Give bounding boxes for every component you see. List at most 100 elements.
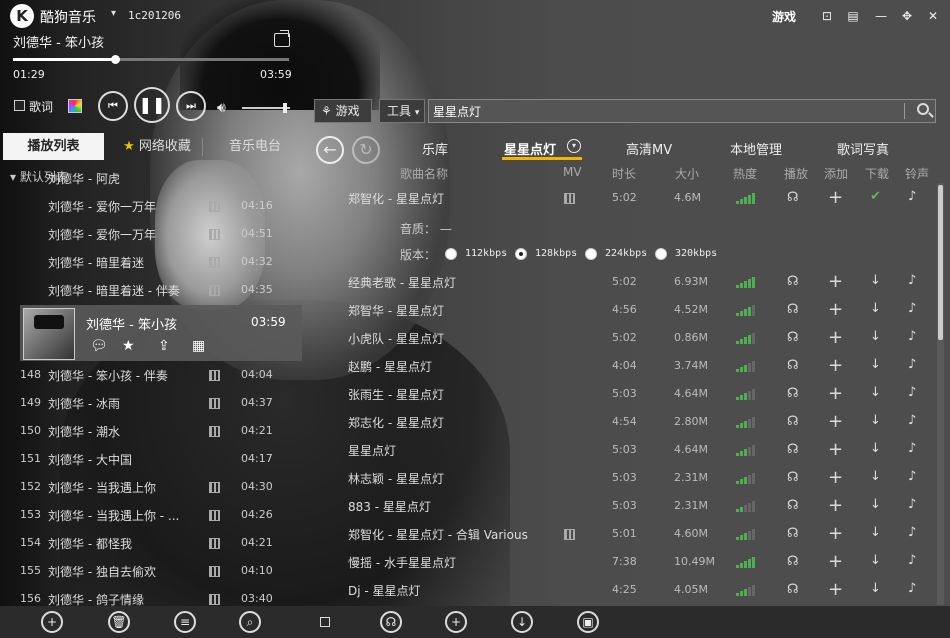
add-icon[interactable]: + <box>828 411 843 432</box>
mv-icon[interactable] <box>209 285 220 296</box>
mv-icon[interactable]: ▦ <box>192 338 205 354</box>
lyrics-label[interactable]: 歌词 <box>29 98 53 115</box>
result-row[interactable]: 小虎队 - 星星点灯 5:02 0.86M ☊ + ↓ ♪ <box>340 324 936 352</box>
headphones-icon[interactable]: ☊ <box>787 442 799 457</box>
playlist-row[interactable]: 150 刘德华 - 潮水 04:21 <box>0 417 302 445</box>
result-row[interactable]: 郑智化 - 星星点灯 - 合辑 Various 5:01 4.60M ☊ + ↓ ♪ <box>340 520 936 548</box>
mv-icon[interactable] <box>209 538 220 549</box>
share-icon[interactable] <box>274 30 290 47</box>
playlist-row[interactable]: 刘德华 - 爱你一万年 04:51 <box>0 220 302 248</box>
mv-icon[interactable] <box>564 529 575 540</box>
playlist[interactable]: 刘德华 - 阿虎 刘德华 - 爱你一万年 04:16 刘德华 - 爱你一万年 04:51… <box>0 162 302 606</box>
add-icon[interactable]: + <box>828 187 843 208</box>
playlist-row[interactable]: 刘德华 - 暗里着迷 - 伴奏 04:35 <box>0 276 302 304</box>
ringtone-icon[interactable]: ♪ <box>908 385 916 400</box>
tab-lyrics-photo[interactable]: 歌词写真 <box>837 139 889 158</box>
ringtone-icon[interactable]: ♪ <box>908 329 916 344</box>
headphones-icon[interactable]: ☊ <box>787 470 799 485</box>
playlist-row[interactable]: 155 刘德华 - 独自去偷欢 04:10 <box>0 557 302 585</box>
search-box[interactable] <box>428 99 936 123</box>
mv-icon[interactable] <box>209 566 220 577</box>
headphones-icon[interactable]: ☊ <box>787 190 799 205</box>
headphones-icon[interactable]: ☊ <box>787 526 799 541</box>
favorite-star-icon[interactable]: ★ <box>122 338 135 354</box>
add-icon[interactable]: + <box>828 271 843 292</box>
ringtone-icon[interactable]: ♪ <box>908 441 916 456</box>
playlist-row[interactable]: 153 刘德华 - 当我遇上你 - ... 04:26 <box>0 501 302 529</box>
ringtone-icon[interactable]: ♪ <box>908 357 916 372</box>
result-row[interactable]: 郑智华 - 星星点灯 4:56 4.52M ☊ + ↓ ♪ <box>340 296 936 324</box>
add-icon[interactable]: + <box>828 439 843 460</box>
add-icon[interactable]: + <box>828 327 843 348</box>
result-song-name[interactable]: 林志颖 - 星星点灯 <box>348 470 444 487</box>
add-icon[interactable]: + <box>828 523 843 544</box>
add-icon[interactable]: + <box>41 611 63 633</box>
tab-network-favorites[interactable]: ★ 网络收藏 <box>112 133 202 160</box>
add-icon[interactable]: + <box>828 355 843 376</box>
bitrate-radio[interactable] <box>655 248 667 260</box>
playlist-row[interactable]: 刘德华 - 阿虎 <box>0 164 302 192</box>
ringtone-icon[interactable]: ♪ <box>908 273 916 288</box>
mv-icon[interactable] <box>209 257 220 268</box>
bitrate-label[interactable]: 320kbps <box>675 248 717 259</box>
volume-knob[interactable] <box>283 103 288 113</box>
download-icon[interactable]: ↓ <box>511 611 533 633</box>
ringtone-icon[interactable]: ♪ <box>908 497 916 512</box>
maximize-icon[interactable]: ✥ <box>896 6 918 26</box>
download-icon[interactable]: ↓ <box>870 497 881 512</box>
tab-music-radio[interactable]: 音乐电台 <box>210 133 300 160</box>
select-all-icon[interactable] <box>320 617 330 627</box>
result-song-name[interactable]: 郑智化 - 星星点灯 - 合辑 Various <box>348 526 528 543</box>
share-icon[interactable]: ⇪ <box>158 338 170 354</box>
comment-icon[interactable]: 💬︎ <box>90 338 108 354</box>
ringtone-icon[interactable]: ♪ <box>908 189 916 204</box>
ringtone-icon[interactable]: ♪ <box>908 301 916 316</box>
playlist-row[interactable]: 151 刘德华 - 大中国 04:17 <box>0 445 302 473</box>
result-row[interactable]: 经典老歌 - 星星点灯 5:02 6.93M ☊ + ↓ ♪ <box>340 268 936 296</box>
playlist-row[interactable]: 152 刘德华 - 当我遇上你 04:30 <box>0 473 302 501</box>
download-icon[interactable]: ↓ <box>870 301 881 316</box>
download-icon[interactable]: ↓ <box>870 273 881 288</box>
headphones-icon[interactable]: ☊ <box>787 358 799 373</box>
result-song-name[interactable]: Dj - 星星点灯 <box>348 582 421 599</box>
result-row[interactable]: 星星点灯 5:03 4.64M ☊ + ↓ ♪ <box>340 436 936 464</box>
playlist-row[interactable]: 154 刘德华 - 都怪我 04:21 <box>0 529 302 557</box>
bitrate-label[interactable]: 128kbps <box>535 248 577 259</box>
playlist-row[interactable]: 148 刘德华 - 笨小孩 - 伴奏 04:04 <box>0 361 302 389</box>
result-row[interactable]: Dj - 星星点灯 4:25 4.05M ☊ + ↓ ♪ <box>340 576 936 604</box>
download-icon[interactable]: ↓ <box>870 413 881 428</box>
playlist-row[interactable]: 149 刘德华 - 冰雨 04:37 <box>0 389 302 417</box>
result-song-name[interactable]: 慢摇 - 水手星星点灯 <box>348 554 456 571</box>
add-icon[interactable]: + <box>828 299 843 320</box>
mv-icon[interactable] <box>564 193 575 204</box>
headphones-icon[interactable]: ☊ <box>787 386 799 401</box>
bitrate-radio[interactable] <box>445 248 457 260</box>
progress-bar[interactable] <box>13 55 289 64</box>
bitrate-radio[interactable] <box>585 248 597 260</box>
download-icon[interactable]: ↓ <box>870 357 881 372</box>
mv-icon[interactable] <box>209 482 220 493</box>
previous-button[interactable]: ⏮ <box>98 91 128 121</box>
search-icon[interactable] <box>917 103 929 115</box>
bitrate-label[interactable]: 224kbps <box>605 248 647 259</box>
result-song-name[interactable]: 星星点灯 <box>348 442 396 459</box>
ringtone-icon[interactable]: ♪ <box>908 581 916 596</box>
result-row[interactable]: 郑智化 - 星星点灯 5:02 4.6M ☊ + ✔ ♪ <box>340 184 936 212</box>
ringtone-icon[interactable]: ♪ <box>908 413 916 428</box>
playlist-row[interactable]: 刘德华 - 暗里着迷 04:32 <box>0 248 302 276</box>
result-song-name[interactable]: 张雨生 - 星星点灯 <box>348 386 444 403</box>
tab-hd-mv[interactable]: 高清MV <box>626 139 672 158</box>
mv-icon[interactable] <box>209 594 220 605</box>
mv-icon[interactable] <box>209 229 220 240</box>
result-song-name[interactable]: 经典老歌 - 星星点灯 <box>348 274 456 291</box>
headphones-icon[interactable]: ☊ <box>380 611 402 633</box>
ringtone-icon[interactable]: ♪ <box>908 525 916 540</box>
ringtone-icon[interactable]: ♪ <box>908 553 916 568</box>
mv-icon[interactable] <box>209 398 220 409</box>
headphones-icon[interactable]: ☊ <box>787 330 799 345</box>
headphones-icon[interactable]: ☊ <box>787 302 799 317</box>
result-row[interactable]: 林志颖 - 星星点灯 5:03 2.31M ☊ + ↓ ♪ <box>340 464 936 492</box>
headphones-icon[interactable]: ☊ <box>787 498 799 513</box>
skin-icon[interactable]: ▤ <box>842 6 864 26</box>
next-button[interactable]: ⏭ <box>176 91 206 121</box>
